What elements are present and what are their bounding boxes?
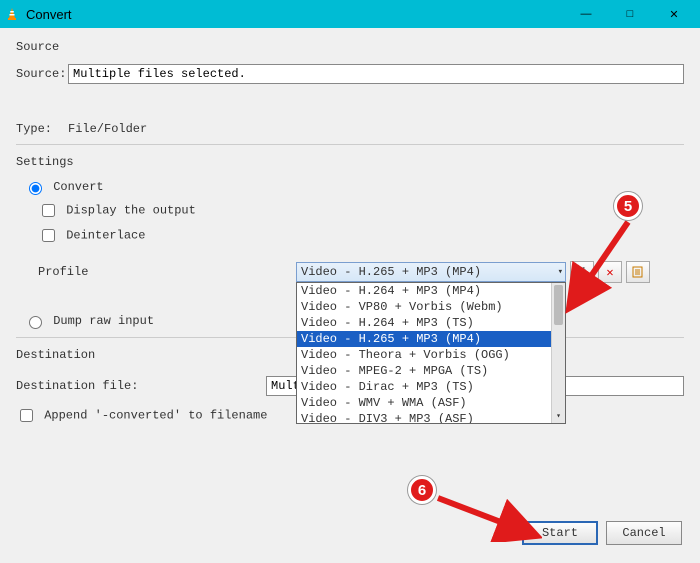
profile-dropdown: Video - H.264 + MP3 (MP4)Video - VP80 + … xyxy=(296,282,566,424)
profile-option[interactable]: Video - VP80 + Vorbis (Webm) xyxy=(297,299,565,315)
source-label: Source: xyxy=(16,67,68,81)
window-title: Convert xyxy=(26,7,564,22)
new-profile-button[interactable] xyxy=(626,261,650,283)
destination-file-label: Destination file: xyxy=(16,379,266,393)
delete-profile-button[interactable]: ✕ xyxy=(598,261,622,283)
profile-label: Profile xyxy=(16,265,296,279)
type-label: Type: xyxy=(16,122,68,136)
chevron-down-icon: ▾ xyxy=(558,267,563,277)
convert-radio[interactable] xyxy=(29,182,42,195)
profile-option[interactable]: Video - MPEG-2 + MPGA (TS) xyxy=(297,363,565,379)
deinterlace-checkbox[interactable] xyxy=(42,229,55,242)
dropdown-scrollbar[interactable]: ▴ ▾ xyxy=(551,283,565,423)
titlebar: Convert — □ ✕ xyxy=(0,0,700,28)
dump-raw-input-label: Dump raw input xyxy=(53,314,154,328)
scroll-thumb[interactable] xyxy=(554,285,563,325)
annotation-badge-6: 6 xyxy=(408,476,436,504)
profile-option[interactable]: Video - H.265 + MP3 (MP4) xyxy=(297,331,565,347)
new-profile-icon xyxy=(631,265,645,279)
dump-raw-input-radio[interactable] xyxy=(29,316,42,329)
profile-option[interactable]: Video - WMV + WMA (ASF) xyxy=(297,395,565,411)
maximize-button[interactable]: □ xyxy=(608,0,652,28)
display-output-checkbox[interactable] xyxy=(42,204,55,217)
annotation-badge-5: 5 xyxy=(614,192,642,220)
wrench-icon xyxy=(575,265,589,279)
cancel-button[interactable]: Cancel xyxy=(606,521,682,545)
profile-option[interactable]: Video - DIV3 + MP3 (ASF) xyxy=(297,411,565,423)
edit-profile-button[interactable] xyxy=(570,261,594,283)
append-converted-checkbox[interactable] xyxy=(20,409,33,422)
profile-option[interactable]: Video - Theora + Vorbis (OGG) xyxy=(297,347,565,363)
profile-select[interactable]: Video - H.265 + MP3 (MP4) ▾ xyxy=(296,262,566,282)
display-output-row[interactable]: Display the output xyxy=(38,201,684,220)
convert-label: Convert xyxy=(53,180,103,194)
source-input[interactable] xyxy=(68,64,684,84)
profile-selected-text: Video - H.265 + MP3 (MP4) xyxy=(301,265,481,279)
profile-option[interactable]: Video - H.264 + MP3 (MP4) xyxy=(297,283,565,299)
deinterlace-row[interactable]: Deinterlace xyxy=(38,226,684,245)
profile-option[interactable]: Video - H.264 + MP3 (TS) xyxy=(297,315,565,331)
start-button[interactable]: Start xyxy=(522,521,598,545)
source-section-title: Source xyxy=(16,40,684,54)
scroll-down-icon[interactable]: ▾ xyxy=(552,411,565,423)
minimize-button[interactable]: — xyxy=(564,0,608,28)
close-window-button[interactable]: ✕ xyxy=(652,0,696,28)
profile-option[interactable]: Video - Dirac + MP3 (TS) xyxy=(297,379,565,395)
display-output-label: Display the output xyxy=(66,204,196,218)
append-converted-label: Append '-converted' to filename xyxy=(44,409,267,423)
type-value: File/Folder xyxy=(68,122,147,136)
convert-radio-row[interactable]: Convert xyxy=(24,179,684,195)
settings-section-title: Settings xyxy=(16,155,684,169)
vlc-icon xyxy=(4,6,20,22)
deinterlace-label: Deinterlace xyxy=(66,229,145,243)
